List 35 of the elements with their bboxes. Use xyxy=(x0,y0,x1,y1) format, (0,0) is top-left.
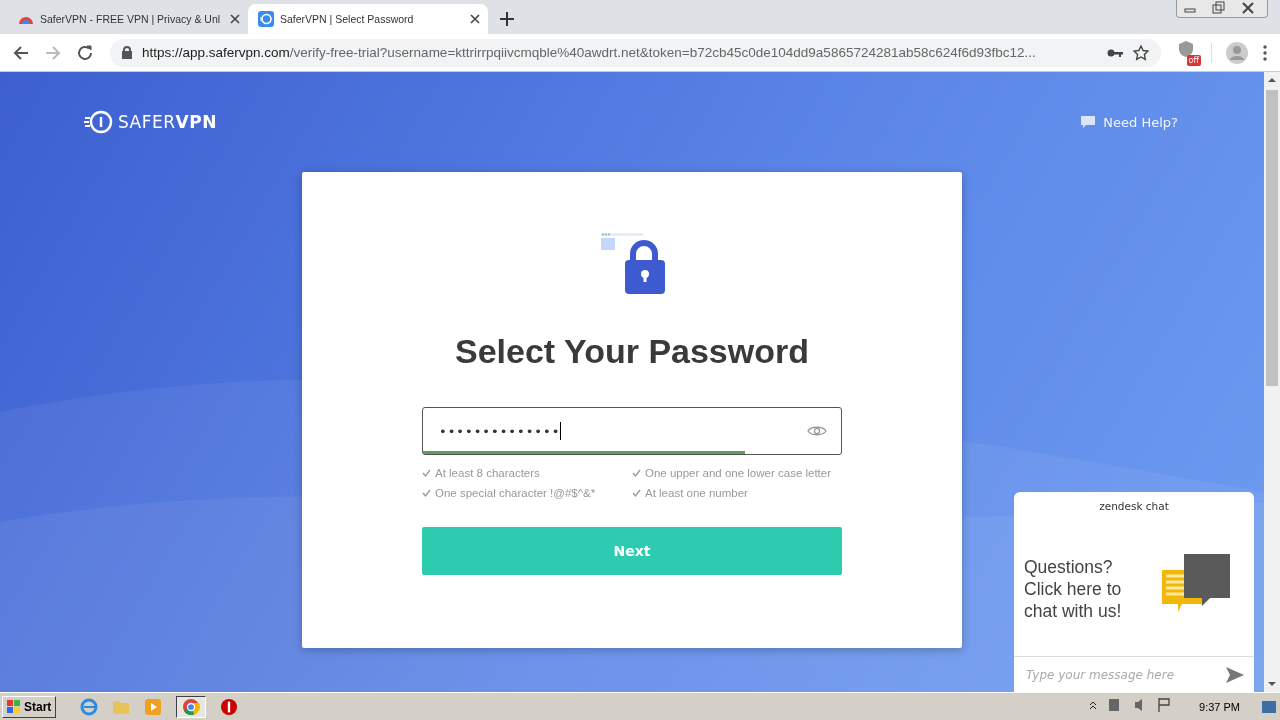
profile-avatar-icon[interactable] xyxy=(1226,41,1248,64)
password-field[interactable]: •••••••••••••• xyxy=(422,407,842,455)
safervpn-logo[interactable]: SAFERVPN xyxy=(84,110,217,134)
chat-brand: zendesk chat xyxy=(1098,499,1170,512)
show-desktop-icon[interactable] xyxy=(1262,700,1276,713)
back-icon[interactable] xyxy=(12,43,30,62)
plus-icon[interactable] xyxy=(500,12,514,26)
chat-prompt[interactable]: Questions? Click here to chat with us! xyxy=(1024,556,1142,622)
window-controls[interactable] xyxy=(1176,0,1268,18)
reload-icon[interactable] xyxy=(76,43,94,62)
browser-tab[interactable]: SaferVPN | Select Password xyxy=(248,4,488,34)
four-squares-icon xyxy=(7,699,21,714)
eye-icon[interactable] xyxy=(807,425,827,437)
chat-widget[interactable]: zendesk chat Questions? Click here to chat with us! Type your message here xyxy=(1014,492,1254,692)
star-icon[interactable] xyxy=(1133,44,1149,61)
requirement-text: At least one number xyxy=(645,487,748,499)
chat-bubble-icon xyxy=(1081,116,1096,128)
page-heading: Select Your Password xyxy=(455,332,809,371)
lock-icon xyxy=(122,46,132,59)
clock: 9:37 PM xyxy=(1199,700,1240,713)
send-icon[interactable] xyxy=(1226,666,1244,683)
menu-icon[interactable] xyxy=(1262,43,1268,62)
scrollbar[interactable] xyxy=(1264,72,1280,692)
browser-tab[interactable]: SaferVPN - FREE VPN | Privacy & Unl xyxy=(8,4,248,34)
requirement-text: At least 8 characters xyxy=(435,467,540,479)
address-bar[interactable]: https://app.safervpn.com/verify-free-trial?username=kttrirrpqiivcmqble%40awdrt.net&token=b72cb45c0de104dd9a5865724281ab58c624f6d93fbc12... xyxy=(110,38,1161,67)
key-icon[interactable] xyxy=(1107,47,1123,58)
chrome-taskbar-icon[interactable] xyxy=(176,695,207,718)
extension-badge: off xyxy=(1186,54,1201,66)
requirement-text: One upper and one lower case letter xyxy=(645,467,832,479)
chat-message-field[interactable]: Type your message here xyxy=(1024,666,1226,683)
start-button[interactable]: Start xyxy=(2,695,57,718)
requirement-text: One special character !@#$^&* xyxy=(435,487,596,499)
close-tab-icon[interactable] xyxy=(230,14,240,24)
close-tab-icon[interactable] xyxy=(470,14,480,24)
